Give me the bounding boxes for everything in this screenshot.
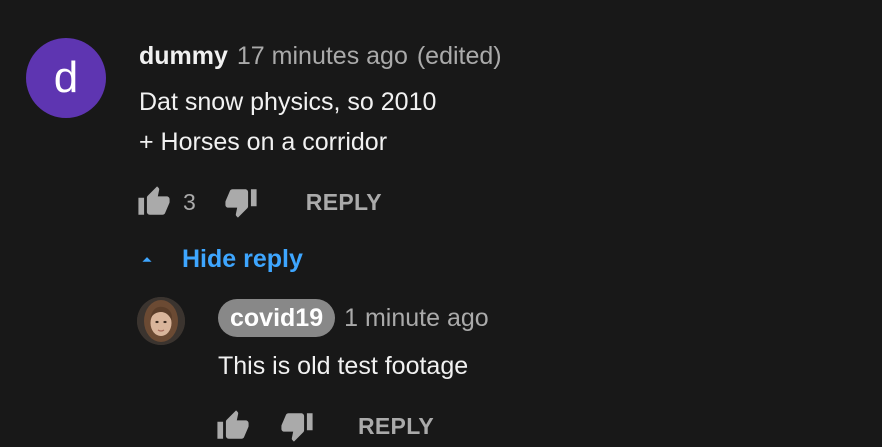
comment-text-line-2: + Horses on a corridor (139, 128, 388, 156)
reply-text: This is old test footage (218, 352, 469, 380)
reply-header: covid19 1 minute ago (218, 298, 489, 338)
comment-text-line-1: Dat snow physics, so 2010 (139, 88, 437, 116)
reply-author-badge[interactable]: covid19 (218, 299, 336, 337)
like-count: 3 (183, 188, 196, 215)
reply-avatar[interactable] (137, 297, 185, 345)
comment-timestamp[interactable]: 17 minutes ago (237, 42, 408, 71)
comment-header: dummy 17 minutes ago (edited) (139, 40, 502, 72)
thumbs-down-icon (281, 413, 313, 442)
avatar-letter: d (53, 53, 79, 102)
reply-timestamp[interactable]: 1 minute ago (344, 304, 489, 333)
reply-action-bar: REPLY (216, 408, 434, 444)
reply-like-button[interactable] (216, 409, 250, 443)
thumbs-up-icon (138, 186, 170, 215)
like-button[interactable] (137, 185, 171, 219)
hide-replies-toggle[interactable]: Hide reply (136, 240, 303, 278)
thumbs-down-icon (225, 189, 257, 218)
reply-dislike-button[interactable] (280, 409, 314, 443)
thumbs-up-icon (217, 410, 249, 439)
dislike-button[interactable] (224, 185, 258, 219)
hide-replies-label: Hide reply (182, 244, 303, 273)
reply-reply-button[interactable]: REPLY (358, 413, 434, 440)
comment-author[interactable]: dummy (139, 42, 228, 71)
comment-action-bar: 3 REPLY (137, 184, 382, 220)
comment-thread: d dummy 17 minutes ago (edited) Dat snow… (0, 0, 882, 447)
user-photo-icon (137, 297, 185, 345)
caret-up-icon (142, 257, 152, 262)
reply-button[interactable]: REPLY (306, 189, 382, 216)
edited-label: (edited) (416, 41, 502, 70)
avatar[interactable]: d (26, 38, 106, 118)
